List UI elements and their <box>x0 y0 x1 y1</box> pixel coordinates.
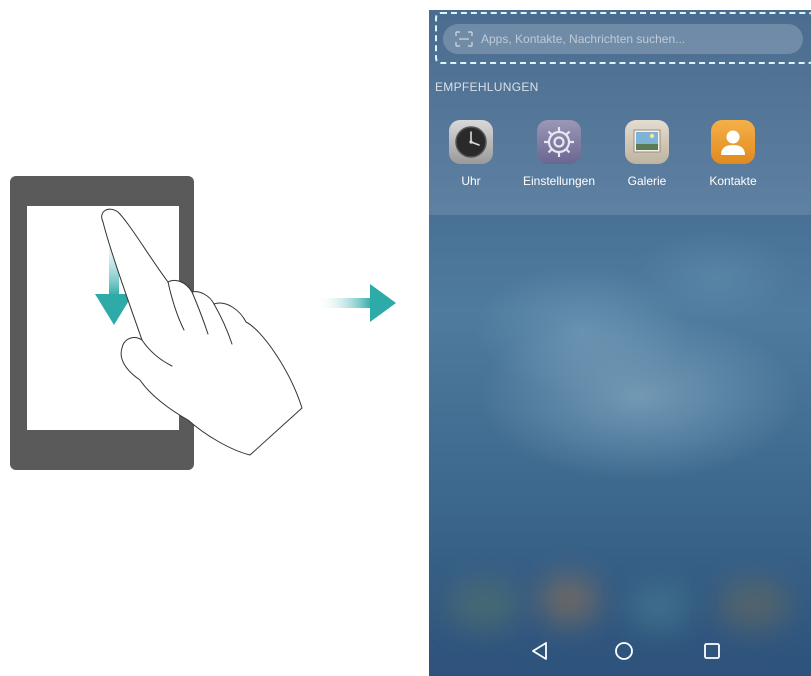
recents-icon[interactable] <box>699 638 725 664</box>
home-icon[interactable] <box>611 638 637 664</box>
app-gallery[interactable]: Galerie <box>602 120 692 188</box>
app-label: Galerie <box>627 174 667 188</box>
recommended-apps: Uhr Einstellungen Galerie Kontakte <box>449 120 811 210</box>
app-settings[interactable]: Einstellungen <box>514 120 604 188</box>
search-placeholder: Apps, Kontakte, Nachrichten suchen... <box>481 32 686 46</box>
wallpaper-blur <box>629 585 689 630</box>
wallpaper-blur <box>719 580 789 630</box>
wallpaper-blur <box>539 575 599 625</box>
app-clock[interactable]: Uhr <box>429 120 516 188</box>
back-icon[interactable] <box>527 638 553 664</box>
app-label: Einstellungen <box>522 174 596 188</box>
app-contacts[interactable]: Kontakte <box>688 120 778 188</box>
search-bar[interactable]: Apps, Kontakte, Nachrichten suchen... <box>443 24 803 54</box>
app-label: Kontakte <box>709 174 757 188</box>
gallery-icon <box>625 120 669 164</box>
app-label: Uhr <box>461 174 481 188</box>
scan-search-icon <box>455 31 473 47</box>
navigation-bar <box>429 628 811 676</box>
gear-icon <box>537 120 581 164</box>
wallpaper-blur <box>449 580 519 630</box>
transition-arrow-icon <box>316 284 396 322</box>
phone-screen: Apps, Kontakte, Nachrichten suchen... EM… <box>429 10 811 676</box>
hand-icon <box>101 208 303 456</box>
hand-gesture-graphic <box>95 208 396 456</box>
section-title: EMPFEHLUNGEN <box>435 80 539 94</box>
swipe-gesture-illustration <box>0 0 420 676</box>
clock-icon <box>449 120 493 164</box>
contacts-icon <box>711 120 755 164</box>
